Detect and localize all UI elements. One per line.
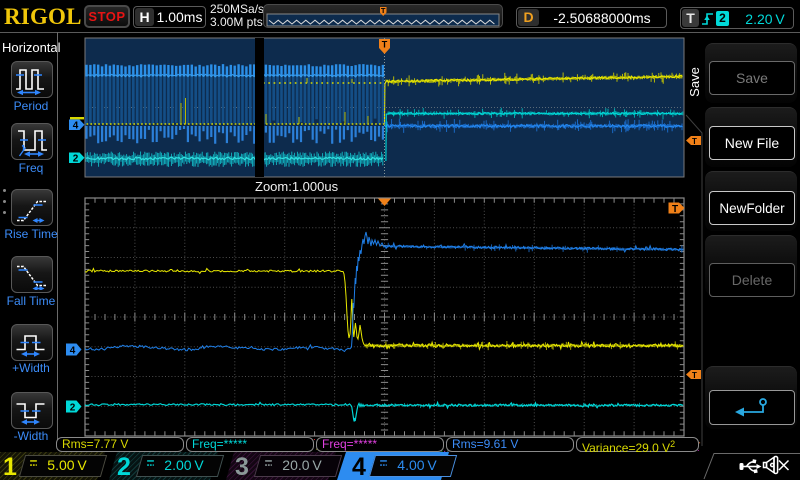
svg-text:2: 2 bbox=[73, 154, 79, 165]
svg-text:T: T bbox=[692, 137, 697, 146]
svg-text:4: 4 bbox=[70, 345, 76, 356]
svg-text:T: T bbox=[672, 204, 678, 215]
svg-text:T: T bbox=[381, 6, 386, 15]
svg-text:T: T bbox=[382, 40, 388, 50]
svg-text:4: 4 bbox=[73, 121, 79, 132]
svg-text:2: 2 bbox=[70, 402, 76, 413]
